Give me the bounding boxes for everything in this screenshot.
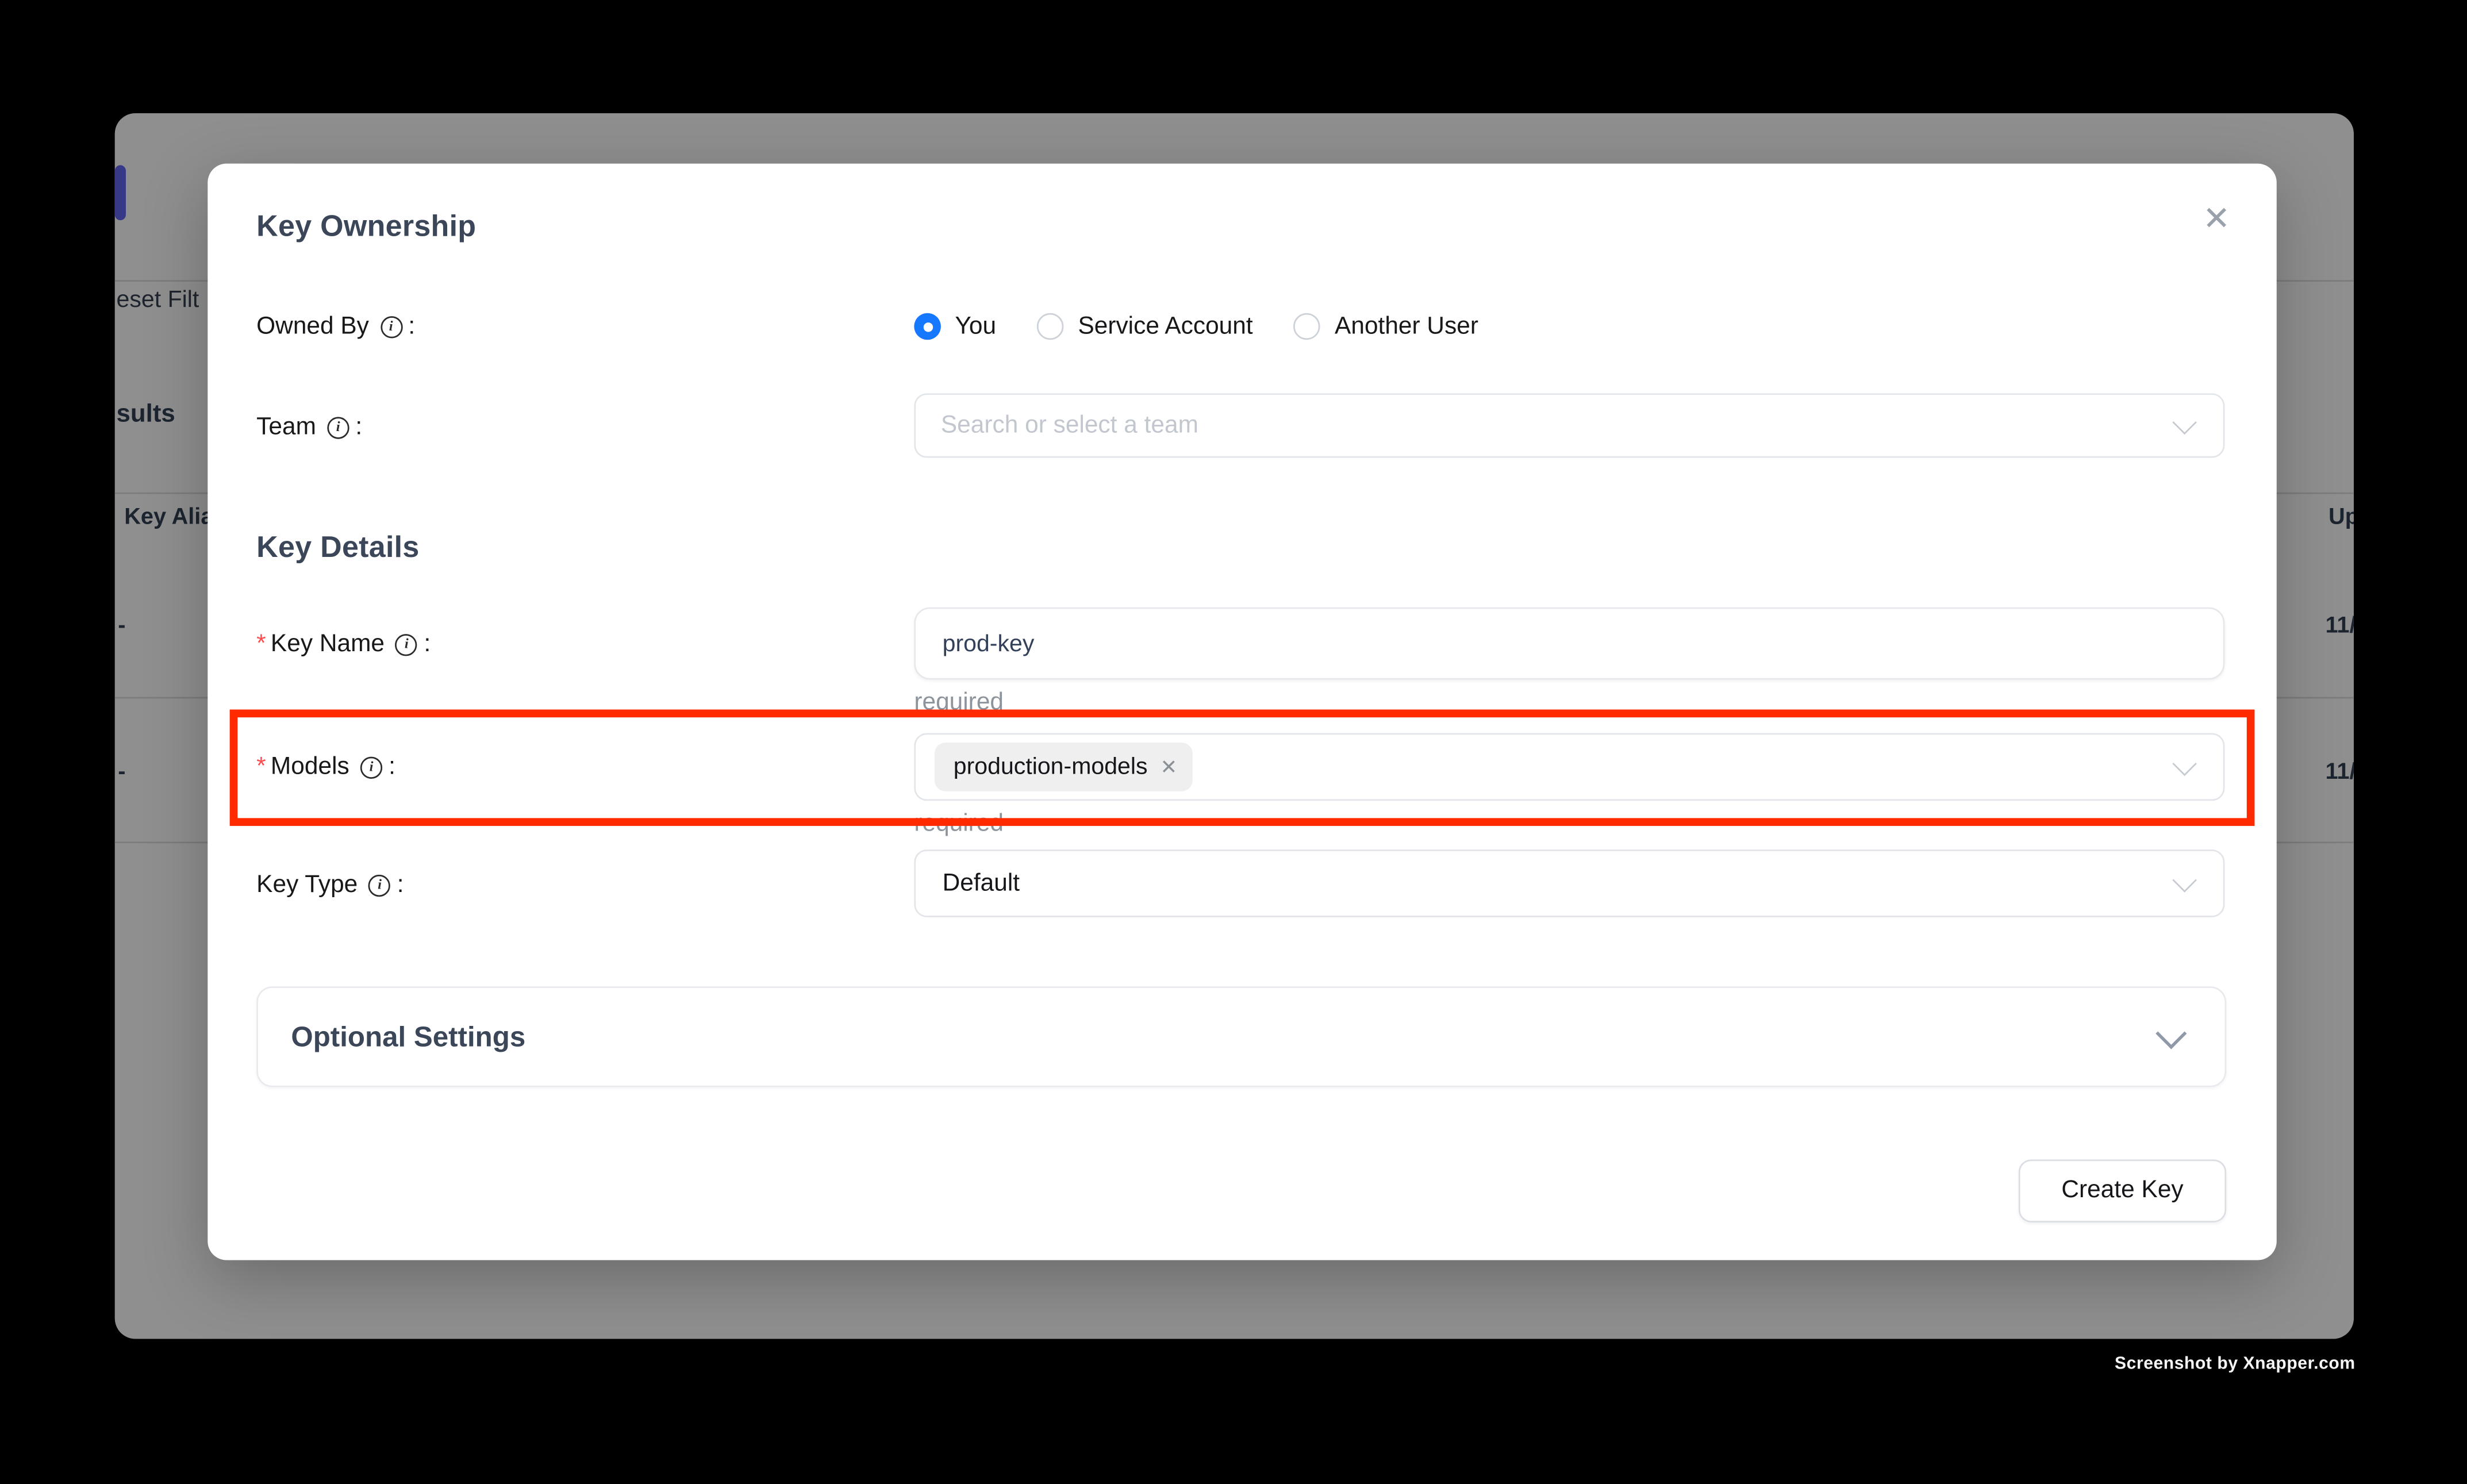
radio-option-service-account[interactable]: Service Account	[1037, 312, 1252, 340]
team-select[interactable]: Search or select a team	[914, 393, 2224, 457]
radio-unselected-icon[interactable]	[1037, 313, 1064, 340]
optional-settings-toggle[interactable]: Optional Settings	[256, 986, 2226, 1087]
section-title-key-details: Key Details	[256, 532, 419, 566]
key-type-label: Key Type:	[256, 871, 404, 899]
info-icon	[327, 416, 349, 438]
required-asterisk: *	[256, 631, 266, 658]
radio-option-you[interactable]: You	[914, 312, 996, 340]
key-name-input[interactable]: prod-key	[914, 608, 2224, 680]
radio-selected-icon[interactable]	[914, 313, 941, 340]
key-name-value: prod-key	[916, 630, 1034, 657]
screenshot-frame: eset Filt sults Key Alia Up - 11/ - 11/ …	[0, 0, 2467, 1484]
chevron-down-icon	[2155, 1018, 2187, 1049]
team-select-placeholder: Search or select a team	[916, 412, 1198, 440]
chevron-down-icon	[2172, 867, 2197, 892]
optional-settings-title: Optional Settings	[258, 1020, 525, 1053]
create-key-button[interactable]: Create Key	[2019, 1159, 2226, 1222]
section-title-key-ownership: Key Ownership	[256, 211, 476, 245]
annotation-highlight-box	[230, 709, 2255, 826]
info-icon	[380, 316, 402, 337]
key-type-select[interactable]: Default	[914, 849, 2224, 917]
key-name-label: *Key Name:	[256, 631, 431, 659]
chevron-down-icon	[2172, 409, 2197, 434]
info-icon	[395, 633, 417, 655]
team-label: Team:	[256, 414, 362, 442]
owned-by-radio-group: You Service Account Another User	[914, 302, 1478, 351]
radio-unselected-icon[interactable]	[1294, 313, 1321, 340]
radio-option-another-user[interactable]: Another User	[1294, 312, 1478, 340]
owned-by-label: Owned By:	[256, 313, 415, 341]
close-icon[interactable]: ✕	[2203, 205, 2230, 236]
info-icon	[368, 874, 390, 896]
key-type-value: Default	[916, 869, 1020, 897]
stage: eset Filt sults Key Alia Up - 11/ - 11/ …	[0, 0, 2467, 1484]
watermark-text: Screenshot by Xnapper.com	[2115, 1355, 2355, 1374]
